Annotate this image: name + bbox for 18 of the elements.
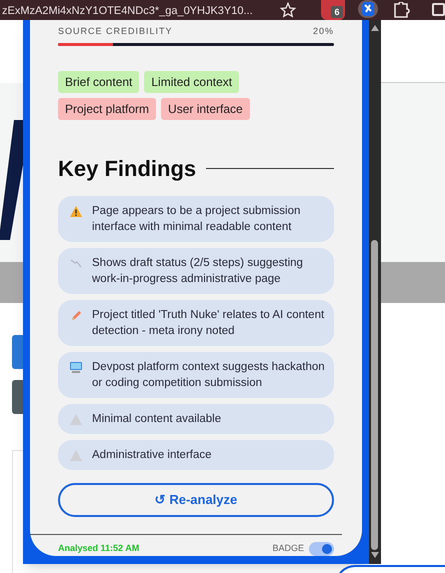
finding-text: Shows draft status (2/5 steps) suggesting work-in-progress administrative page: [92, 256, 304, 288]
tag: Brief content: [58, 71, 140, 94]
badge-label: BADGE: [272, 542, 304, 556]
tag: User interface: [161, 98, 250, 120]
extension-count-badge: 6: [331, 6, 343, 18]
finding-text: Minimal content available: [92, 412, 222, 428]
address-text[interactable]: zExMzA2Mi4xNzY1OTE4NDc3*_ga_0YHJK3Y10...: [2, 2, 253, 20]
tag: Limited context: [144, 71, 240, 94]
section-heading: Key Findings: [58, 155, 196, 184]
finding-text: Administrative interface: [92, 448, 212, 464]
reanalyze-button[interactable]: ↺ Re-analyze: [58, 483, 334, 518]
credibility-value: 20%: [312, 25, 334, 38]
finding-text: Devpost platform context suggests hackathon or coding competition submission: [92, 360, 326, 392]
analysis-timestamp: Analysed 11:52 AM: [58, 542, 140, 556]
finding-text: Project titled 'Truth Nuke' relates to AI content detection - meta irony noted: [92, 308, 326, 340]
finding-text: Page appears to be a project submission interface with minimal readable content: [92, 204, 302, 236]
credibility-label: SOURCE CREDIBILITY: [58, 25, 173, 38]
tag: Project platform: [58, 98, 156, 120]
